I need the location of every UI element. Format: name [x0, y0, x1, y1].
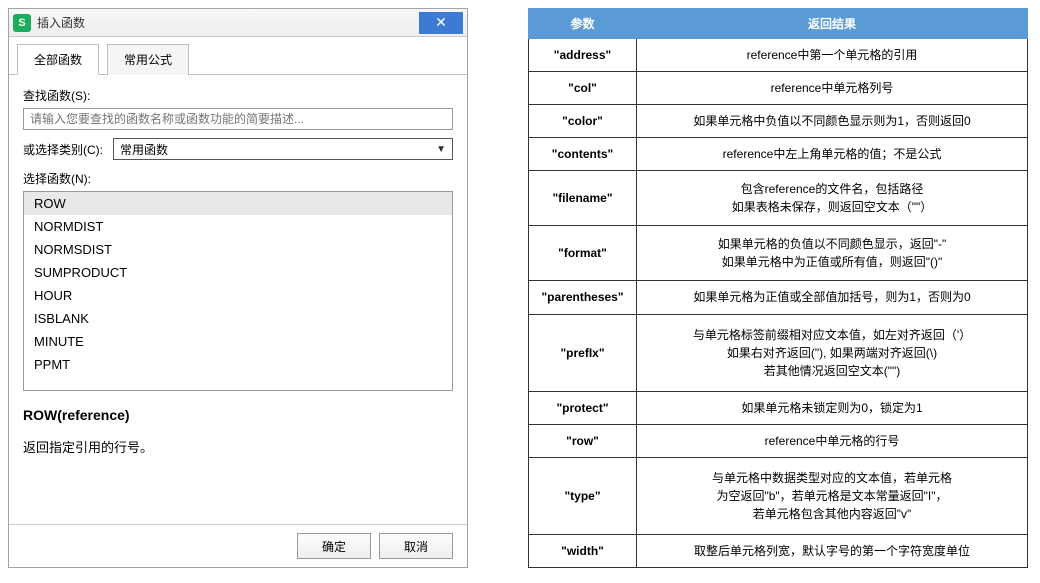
table-row: "row"reference中单元格的行号	[529, 424, 1028, 457]
function-signature: ROW(reference)	[23, 407, 453, 423]
dialog-footer: 确定 取消	[9, 524, 467, 567]
dialog-title: 插入函数	[37, 14, 413, 31]
result-cell: 取整后单元格列宽，默认字号的第一个字符宽度单位	[637, 534, 1028, 567]
header-result: 返回结果	[637, 9, 1028, 39]
tab-all-functions[interactable]: 全部函数	[17, 44, 99, 75]
result-cell: 与单元格中数据类型对应的文本值，若单元格为空返回"b"，若单元格是文本常量返回"…	[637, 457, 1028, 534]
close-icon: ✕	[435, 14, 447, 31]
function-listbox[interactable]: ROWNORMDISTNORMSDISTSUMPRODUCTHOURISBLAN…	[23, 191, 453, 391]
param-cell: "prefIx"	[529, 314, 637, 391]
list-item[interactable]: NORMSDIST	[24, 238, 452, 261]
table-row: "color"如果单元格中负值以不同颜色显示则为1，否则返回0	[529, 105, 1028, 138]
table-row: "parentheses"如果单元格为正值或全部值加括号，则为1，否则为0	[529, 281, 1028, 314]
titlebar: S 插入函数 ✕	[9, 9, 467, 37]
param-cell: "color"	[529, 105, 637, 138]
function-description: 返回指定引用的行号。	[23, 437, 453, 456]
result-cell: reference中左上角单元格的值；不是公式	[637, 138, 1028, 171]
result-cell: 如果单元格的负值以不同颜色显示，返回"-"如果单元格中为正值或所有值，则返回"(…	[637, 226, 1028, 281]
param-cell: "col"	[529, 72, 637, 105]
table-row: "address"reference中第一个单元格的引用	[529, 39, 1028, 72]
header-param: 参数	[529, 9, 637, 39]
result-cell: 如果单元格未锁定则为0，锁定为1	[637, 391, 1028, 424]
result-cell: 与单元格标签前缀相对应文本值，如左对齐返回（'）如果右对齐返回("), 如果两端…	[637, 314, 1028, 391]
list-item[interactable]: SUMPRODUCT	[24, 261, 452, 284]
result-cell: reference中单元格列号	[637, 72, 1028, 105]
category-dropdown[interactable]: 常用函数 ▼	[113, 138, 453, 160]
param-cell: "row"	[529, 424, 637, 457]
result-cell: 如果单元格中负值以不同颜色显示则为1，否则返回0	[637, 105, 1028, 138]
param-cell: "protect"	[529, 391, 637, 424]
table-row: "prefIx"与单元格标签前缀相对应文本值，如左对齐返回（'）如果右对齐返回(…	[529, 314, 1028, 391]
table-row: "col"reference中单元格列号	[529, 72, 1028, 105]
list-label: 选择函数(N):	[23, 170, 453, 187]
list-item[interactable]: HOUR	[24, 284, 452, 307]
dialog-body: 查找函数(S): 或选择类别(C): 常用函数 ▼ 选择函数(N): ROWNO…	[9, 75, 467, 524]
table-header-row: 参数 返回结果	[529, 9, 1028, 39]
result-cell: 包含reference的文件名，包括路径如果表格未保存，则返回空文本（""）	[637, 171, 1028, 226]
reference-table: 参数 返回结果 "address"reference中第一个单元格的引用"col…	[528, 8, 1028, 568]
result-cell: reference中单元格的行号	[637, 424, 1028, 457]
param-cell: "contents"	[529, 138, 637, 171]
search-input[interactable]	[23, 108, 453, 130]
list-item[interactable]: MINUTE	[24, 330, 452, 353]
category-value: 常用函数	[120, 141, 168, 158]
close-button[interactable]: ✕	[419, 12, 463, 34]
param-cell: "address"	[529, 39, 637, 72]
list-item[interactable]: NORMDIST	[24, 215, 452, 238]
list-item[interactable]: PPMT	[24, 353, 452, 376]
category-label: 或选择类别(C):	[23, 141, 103, 158]
tab-common-formulas[interactable]: 常用公式	[107, 44, 189, 75]
ok-button[interactable]: 确定	[297, 533, 371, 559]
search-label: 查找函数(S):	[23, 87, 453, 104]
list-item[interactable]: ISBLANK	[24, 307, 452, 330]
result-cell: reference中第一个单元格的引用	[637, 39, 1028, 72]
list-item[interactable]: ROW	[24, 192, 452, 215]
param-cell: "parentheses"	[529, 281, 637, 314]
cancel-button[interactable]: 取消	[379, 533, 453, 559]
param-cell: "type"	[529, 457, 637, 534]
table-row: "width"取整后单元格列宽，默认字号的第一个字符宽度单位	[529, 534, 1028, 567]
param-cell: "format"	[529, 226, 637, 281]
result-cell: 如果单元格为正值或全部值加括号，则为1，否则为0	[637, 281, 1028, 314]
tab-bar: 全部函数 常用公式	[9, 37, 467, 75]
table-row: "filename"包含reference的文件名，包括路径如果表格未保存，则返…	[529, 171, 1028, 226]
table-row: "contents"reference中左上角单元格的值；不是公式	[529, 138, 1028, 171]
param-cell: "filename"	[529, 171, 637, 226]
table-row: "protect"如果单元格未锁定则为0，锁定为1	[529, 391, 1028, 424]
help-section: ROW(reference) 返回指定引用的行号。	[23, 407, 453, 456]
param-cell: "width"	[529, 534, 637, 567]
table-row: "format"如果单元格的负值以不同颜色显示，返回"-"如果单元格中为正值或所…	[529, 226, 1028, 281]
chevron-down-icon: ▼	[436, 144, 446, 155]
insert-function-dialog: S 插入函数 ✕ 全部函数 常用公式 查找函数(S): 或选择类别(C): 常用…	[8, 8, 468, 568]
app-icon: S	[13, 14, 31, 32]
table-row: "type"与单元格中数据类型对应的文本值，若单元格为空返回"b"，若单元格是文…	[529, 457, 1028, 534]
